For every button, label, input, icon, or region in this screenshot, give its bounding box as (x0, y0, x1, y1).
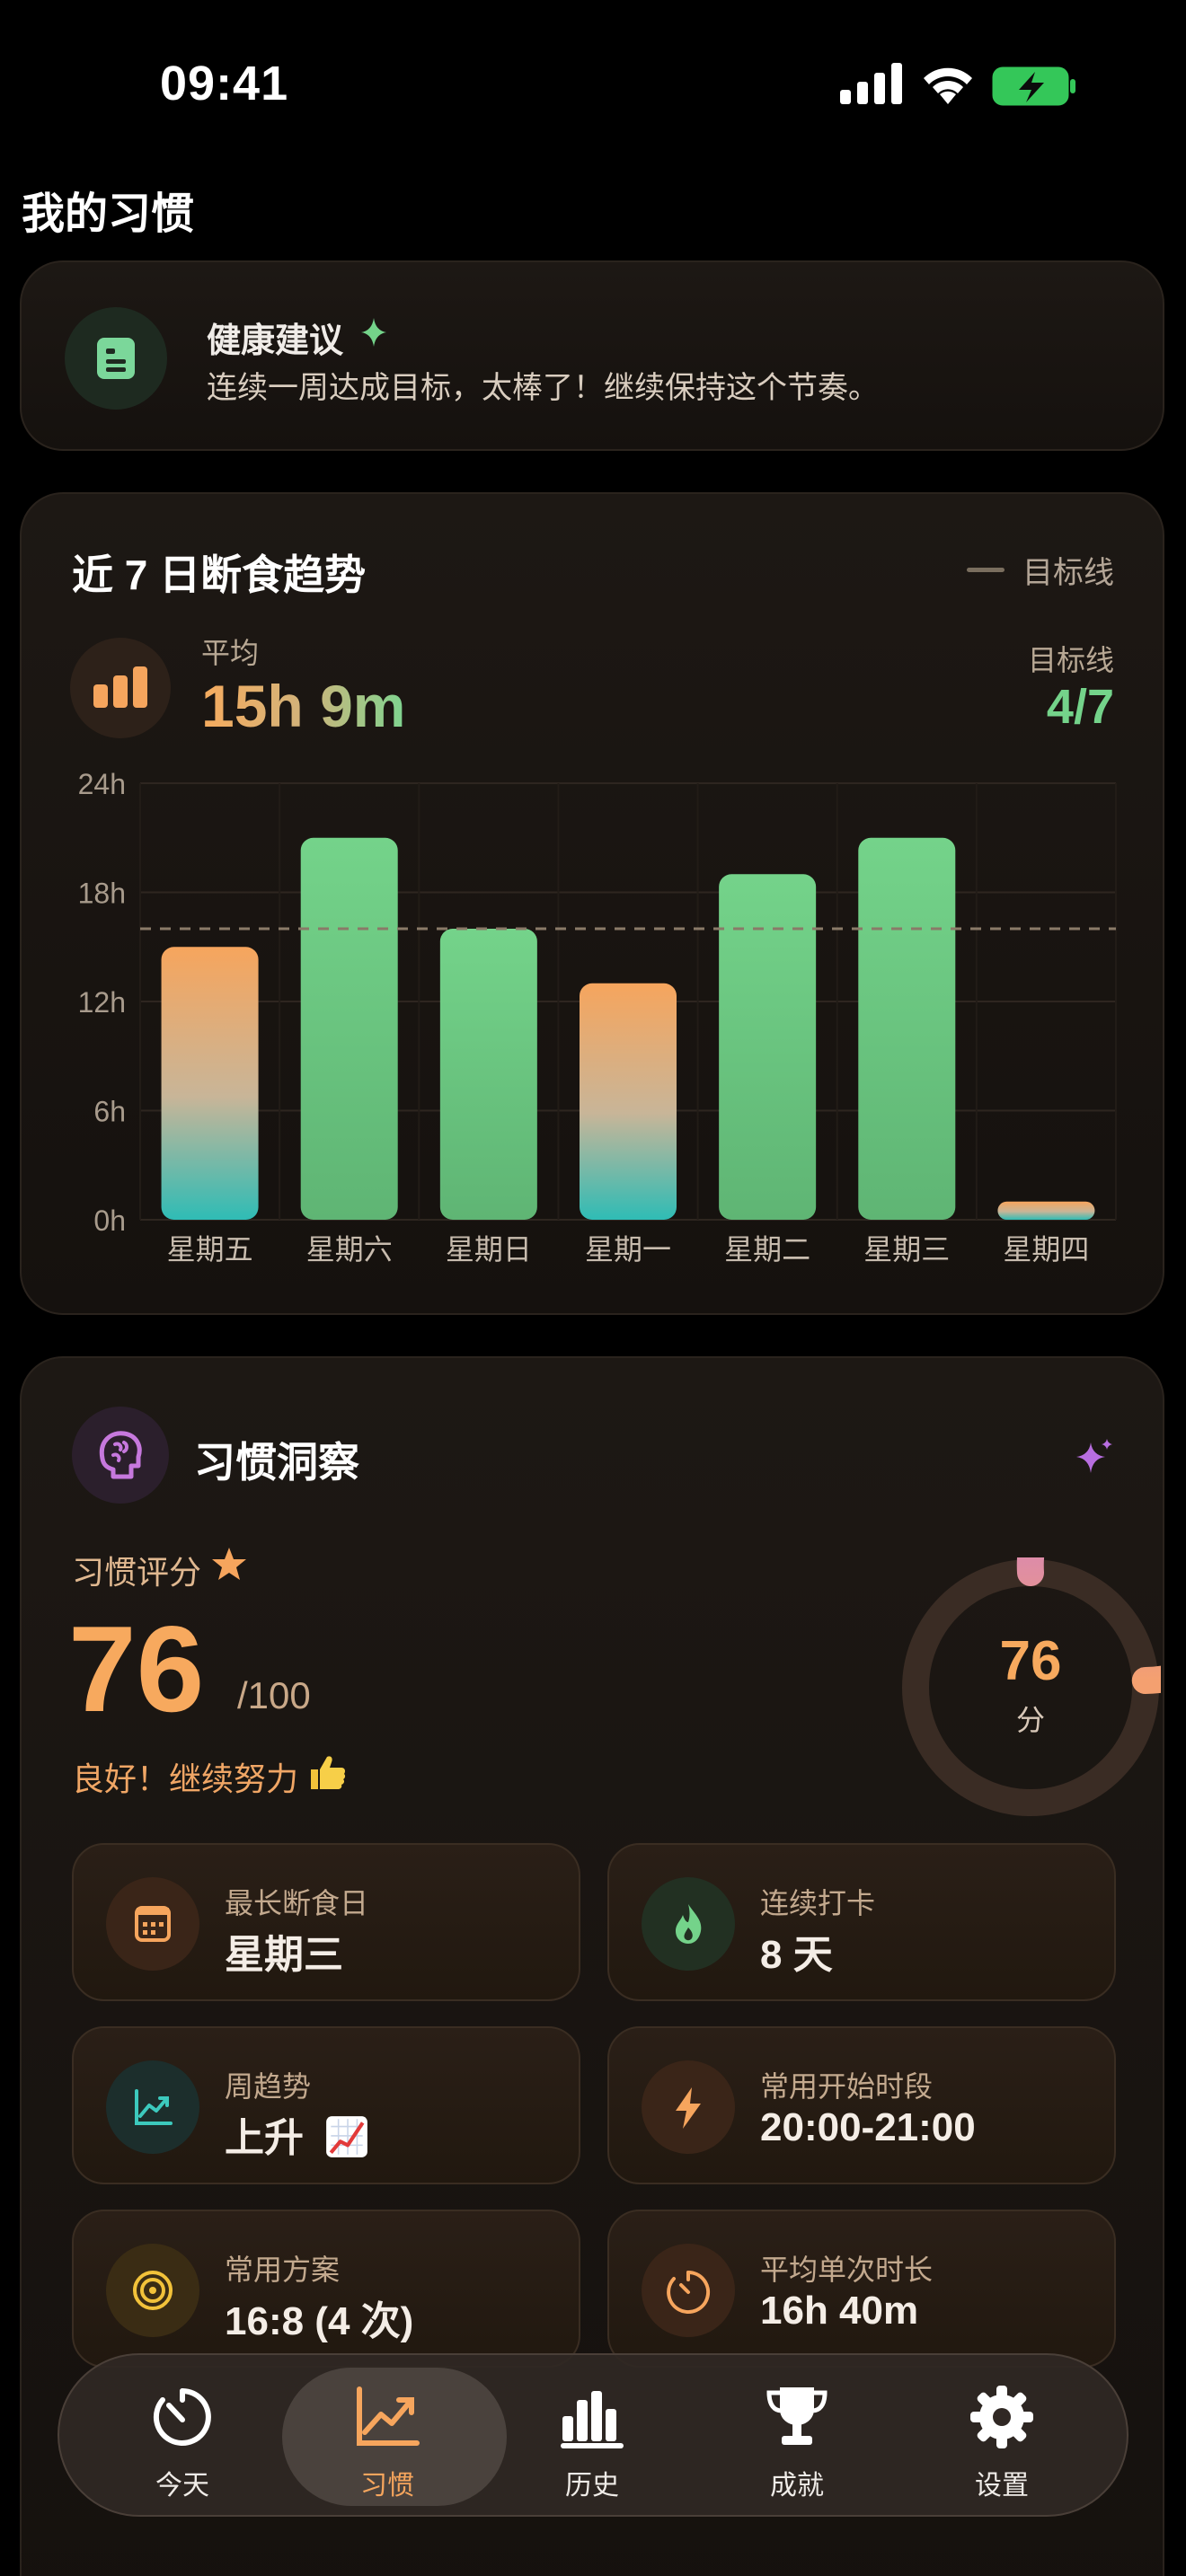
gear-icon (970, 2386, 1033, 2448)
stat-label: 周趋势 (225, 2070, 312, 2103)
bar-2 (439, 929, 537, 1220)
bar-6 (997, 1201, 1095, 1220)
y-tick-label: 0h (93, 1204, 126, 1237)
flame-icon (642, 1877, 735, 1971)
bar-chart-icon (70, 638, 171, 738)
ring-score-unit: 分 (1015, 1704, 1045, 1736)
battery-charging-icon (992, 66, 1075, 106)
trend-up-icon (106, 2060, 199, 2154)
stat-start-window: 常用开始时段 20:00-21:00 (607, 2026, 1116, 2184)
tab-label: 成就 (770, 2471, 824, 2501)
stat-value: 8 天 (760, 1933, 833, 1977)
stat-common-plan: 常用方案 16:8 (4 次) (72, 2210, 580, 2368)
x-tick-label: 星期四 (1003, 1233, 1089, 1266)
status-bar: 09:41 (0, 0, 1186, 171)
fasting-trend-card: 0h 6h 12h 18h 24h 星期五 星期六 星期日 星期一 星期二 星期三 星期四 近 7 日… (20, 492, 1164, 1315)
goal-legend-label: 目标线 (1022, 556, 1114, 590)
tab-achievements[interactable]: 成就 (694, 2355, 900, 2519)
tab-label: 今天 (155, 2471, 209, 2501)
stat-streak: 连续打卡 8 天 (607, 1843, 1116, 2001)
x-tick-label: 星期三 (863, 1233, 950, 1266)
bar-3 (580, 983, 677, 1220)
goal-legend-swatch (967, 568, 1005, 572)
x-tick-label: 星期一 (585, 1233, 671, 1266)
page-title: 我的习惯 (22, 190, 195, 238)
stat-value: 20:00-21:00 (760, 2105, 976, 2149)
calendar-icon (106, 1877, 199, 1971)
tab-label: 设置 (975, 2471, 1029, 2501)
stat-label: 最长断食日 (225, 1887, 369, 1919)
timer-icon (642, 2244, 735, 2337)
score-label: 习惯评分 (72, 1554, 202, 1591)
score-value: 76 (68, 1601, 205, 1737)
y-tick-label: 12h (78, 986, 126, 1019)
chart-line-icon (357, 2386, 420, 2446)
sparkle-icon[interactable] (1073, 1437, 1114, 1478)
status-time: 09:41 (160, 57, 289, 110)
star-icon (212, 1548, 246, 1580)
advice-title: 健康建议 (207, 322, 344, 360)
timer-icon (153, 2388, 211, 2446)
thumbs-up-icon (311, 1756, 346, 1789)
stat-value: 星期三 (225, 1933, 343, 1977)
y-tick-label: 24h (78, 768, 126, 800)
x-tick-label: 星期二 (724, 1233, 810, 1266)
bar-1 (300, 837, 398, 1220)
tab-bar: 今天 习惯 历史 成就 设置 (58, 2353, 1128, 2517)
stat-longest-day: 最长断食日 星期三 (72, 1843, 580, 2001)
stat-label: 连续打卡 (760, 1887, 876, 1919)
average-label: 平均 (201, 637, 260, 669)
score-max: /100 (237, 1674, 311, 1716)
score-message: 良好！继续努力 (72, 1760, 299, 1797)
trend-title: 近 7 日断食趋势 (72, 551, 367, 598)
bolt-icon (642, 2060, 735, 2154)
goal-count-value: 4/7 (1046, 680, 1114, 734)
health-advice-card[interactable]: 健康建议 连续一周达成目标，太棒了！继续保持这个节奏。 (20, 260, 1164, 451)
insight-title: 习惯洞察 (194, 1439, 359, 1486)
stat-label: 常用方案 (225, 2254, 341, 2286)
brain-icon (72, 1407, 169, 1504)
tab-label: 习惯 (360, 2471, 414, 2501)
notes-icon (65, 307, 167, 410)
stat-value: 上升 (225, 2105, 370, 2163)
bar-chart-icon (561, 2391, 624, 2448)
bar-4 (719, 874, 817, 1220)
stat-average-duration: 平均单次时长 16h 40m (607, 2210, 1116, 2368)
target-icon (106, 2244, 199, 2337)
tab-habits[interactable]: 习惯 (282, 2355, 507, 2519)
x-tick-label: 星期日 (446, 1233, 532, 1266)
tab-label: 历史 (565, 2471, 619, 2501)
ring-score-value: 76 (999, 1630, 1062, 1692)
bar-5 (858, 837, 956, 1220)
stat-weekly-trend: 周趋势 上升 (72, 2026, 580, 2184)
stat-value-text: 上升 (225, 2116, 304, 2160)
average-value: 15h 9m (201, 673, 406, 739)
y-tick-label: 18h (78, 878, 126, 910)
sparkle-icon (361, 318, 386, 347)
advice-text: 连续一周达成目标，太棒了！继续保持这个节奏。 (207, 371, 879, 405)
chart-increasing-emoji (326, 2116, 368, 2157)
wifi-icon (924, 67, 972, 104)
stat-value: 16:8 (4 次) (225, 2299, 414, 2343)
stat-label: 常用开始时段 (760, 2070, 934, 2103)
stat-value: 16h 40m (760, 2289, 919, 2333)
trophy-icon (766, 2387, 828, 2445)
tab-history[interactable]: 历史 (489, 2355, 695, 2519)
x-tick-label: 星期六 (306, 1233, 393, 1266)
tab-today[interactable]: 今天 (79, 2355, 286, 2519)
stat-label: 平均单次时长 (760, 2254, 934, 2286)
bar-0 (161, 947, 259, 1220)
tab-settings[interactable]: 设置 (898, 2355, 1105, 2519)
goal-count-label: 目标线 (1027, 644, 1114, 676)
x-tick-label: 星期五 (167, 1233, 253, 1266)
fasting-bar-chart: 0h 6h 12h 18h 24h 星期五 星期六 星期日 星期一 星期二 星期三 星期四 (78, 768, 1117, 1266)
y-tick-label: 6h (93, 1096, 126, 1128)
cellular-signal-icon (840, 63, 902, 104)
